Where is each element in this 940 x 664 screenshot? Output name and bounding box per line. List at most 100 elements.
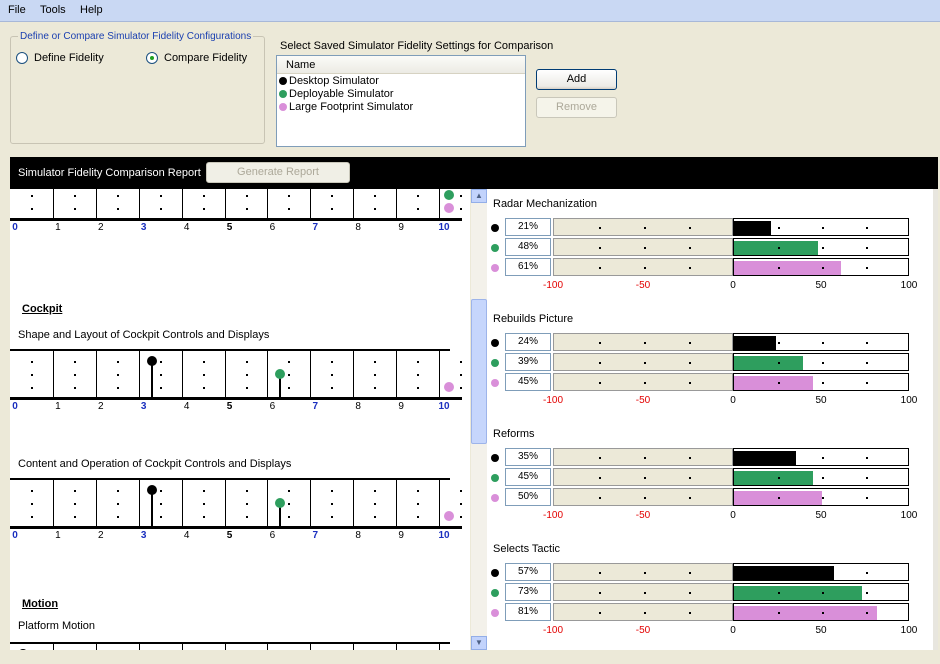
- sim-color-dot-icon: [491, 589, 499, 597]
- scale-label: -50: [635, 280, 651, 291]
- sim-color-dot-icon: [491, 494, 499, 502]
- scale-grid-dot: [288, 195, 291, 197]
- scale-grid-dot: [374, 195, 377, 197]
- negative-range-track: [553, 448, 733, 466]
- category-title: Radar Mechanization: [493, 198, 597, 210]
- track-grid-dot: [822, 342, 824, 344]
- sim-color-dot-icon: [491, 379, 499, 387]
- track-grid-dot: [866, 497, 868, 499]
- fidelity-marker: [275, 498, 286, 508]
- category-title: Selects Tactic: [493, 543, 561, 555]
- sim-color-dot-icon: [491, 609, 499, 617]
- scale-top-line: [10, 478, 450, 480]
- positive-range-track: [733, 238, 909, 256]
- add-button[interactable]: Add: [536, 69, 617, 90]
- negative-range-track: [553, 468, 733, 486]
- scale-grid-dot: [31, 490, 33, 492]
- track-grid-dot: [778, 477, 780, 479]
- track-grid-dot: [866, 382, 868, 384]
- scale-grid-dot: [31, 374, 33, 376]
- scale-axis-label: 1: [55, 530, 61, 541]
- scale-axis-label: 0: [12, 222, 18, 233]
- negative-range-track: [553, 238, 733, 256]
- scale-grid-tick: [267, 349, 269, 397]
- scale-grid-tick: [396, 189, 398, 218]
- scroll-thumb[interactable]: [471, 299, 487, 444]
- fidelity-marker: [146, 356, 157, 366]
- scale-grid-dot: [73, 195, 76, 197]
- percent-field: 39%: [505, 353, 551, 371]
- scale-grid-dot: [202, 516, 205, 518]
- track-grid-dot: [822, 477, 824, 479]
- saved-list-item[interactable]: Desktop Simulator: [277, 74, 525, 87]
- scale-axis-label: 10: [438, 222, 450, 233]
- track-grid-dot: [599, 362, 601, 364]
- scale-grid-tick: [52, 189, 54, 218]
- scale-label: 50: [815, 395, 827, 406]
- menu-tools[interactable]: Tools: [40, 4, 66, 16]
- scale-axis-label: 1: [55, 222, 61, 233]
- category-title: Rebuilds Picture: [493, 313, 574, 325]
- menu-file[interactable]: File: [8, 4, 26, 16]
- scale-axis: [10, 397, 462, 400]
- saved-settings-list[interactable]: Name Desktop Simulator Deployable Simulat…: [276, 55, 526, 147]
- negative-range-track: [553, 333, 733, 351]
- track-grid-dot: [822, 362, 824, 364]
- scale-grid-dot: [116, 387, 119, 389]
- scale-grid-tick: [439, 349, 440, 397]
- compare-fidelity-radio[interactable]: [146, 52, 158, 64]
- scale-grid-tick: [310, 189, 312, 218]
- negative-range-track: [553, 373, 733, 391]
- menu-help[interactable]: Help: [80, 4, 103, 16]
- scale-grid-tick: [181, 642, 183, 650]
- negative-range-track: [553, 563, 733, 581]
- track-grid-dot: [822, 592, 824, 594]
- saved-list-title: Select Saved Simulator Fidelity Settings…: [280, 40, 554, 52]
- remove-button[interactable]: Remove: [536, 97, 617, 118]
- scale-grid-tick: [396, 642, 398, 650]
- scale-grid-dot: [245, 195, 248, 197]
- positive-range-track: [733, 583, 909, 601]
- scale-grid-dot: [460, 490, 462, 492]
- negative-range-track: [553, 488, 733, 506]
- saved-list-item[interactable]: Large Footprint Simulator: [277, 100, 525, 113]
- scale-grid-tick: [353, 642, 355, 650]
- scale-axis-label: 7: [312, 530, 319, 541]
- define-fidelity-radio[interactable]: [16, 52, 28, 64]
- scale-grid-dot: [331, 195, 334, 197]
- percent-field: 24%: [505, 333, 551, 351]
- track-grid-dot: [644, 477, 646, 479]
- scale-grid-dot: [116, 516, 119, 518]
- negative-range-track: [553, 583, 733, 601]
- vertical-scrollbar[interactable]: ▲ ▼: [471, 189, 487, 650]
- generate-report-button[interactable]: Generate Report: [206, 162, 350, 183]
- scroll-down-arrow-icon[interactable]: ▼: [471, 636, 487, 650]
- scale-grid-tick: [396, 349, 398, 397]
- scale-grid-dot: [202, 361, 205, 363]
- saved-list-item[interactable]: Deployable Simulator: [277, 87, 525, 100]
- track-grid-dot: [599, 267, 601, 269]
- scale-grid-dot: [288, 208, 291, 210]
- scale-axis-label: 2: [98, 530, 104, 541]
- scale-label: 100: [900, 280, 918, 291]
- scale-grid-tick: [52, 642, 54, 650]
- score-bar: [734, 586, 863, 600]
- scale-grid-tick: [138, 349, 140, 397]
- scroll-up-arrow-icon[interactable]: ▲: [471, 189, 487, 203]
- sim-color-dot-icon: [491, 569, 499, 577]
- scale-grid-dot: [331, 361, 334, 363]
- percent-field: 21%: [505, 218, 551, 236]
- fidelity-marker: [444, 382, 454, 392]
- scale-grid-dot: [245, 387, 248, 389]
- score-bar: [734, 566, 835, 580]
- name-column-header[interactable]: Name: [277, 56, 525, 74]
- sim-color-dot-icon: [279, 102, 287, 111]
- track-grid-dot: [644, 457, 646, 459]
- score-bar: [734, 221, 771, 235]
- scale-axis-label: 1: [55, 401, 61, 412]
- scale-axis-label: 8: [355, 401, 361, 412]
- scale-axis-label: 8: [355, 530, 361, 541]
- scale-grid-dot: [31, 387, 33, 389]
- scale-top-line: [10, 642, 450, 644]
- scale-axis-label: 3: [140, 401, 147, 412]
